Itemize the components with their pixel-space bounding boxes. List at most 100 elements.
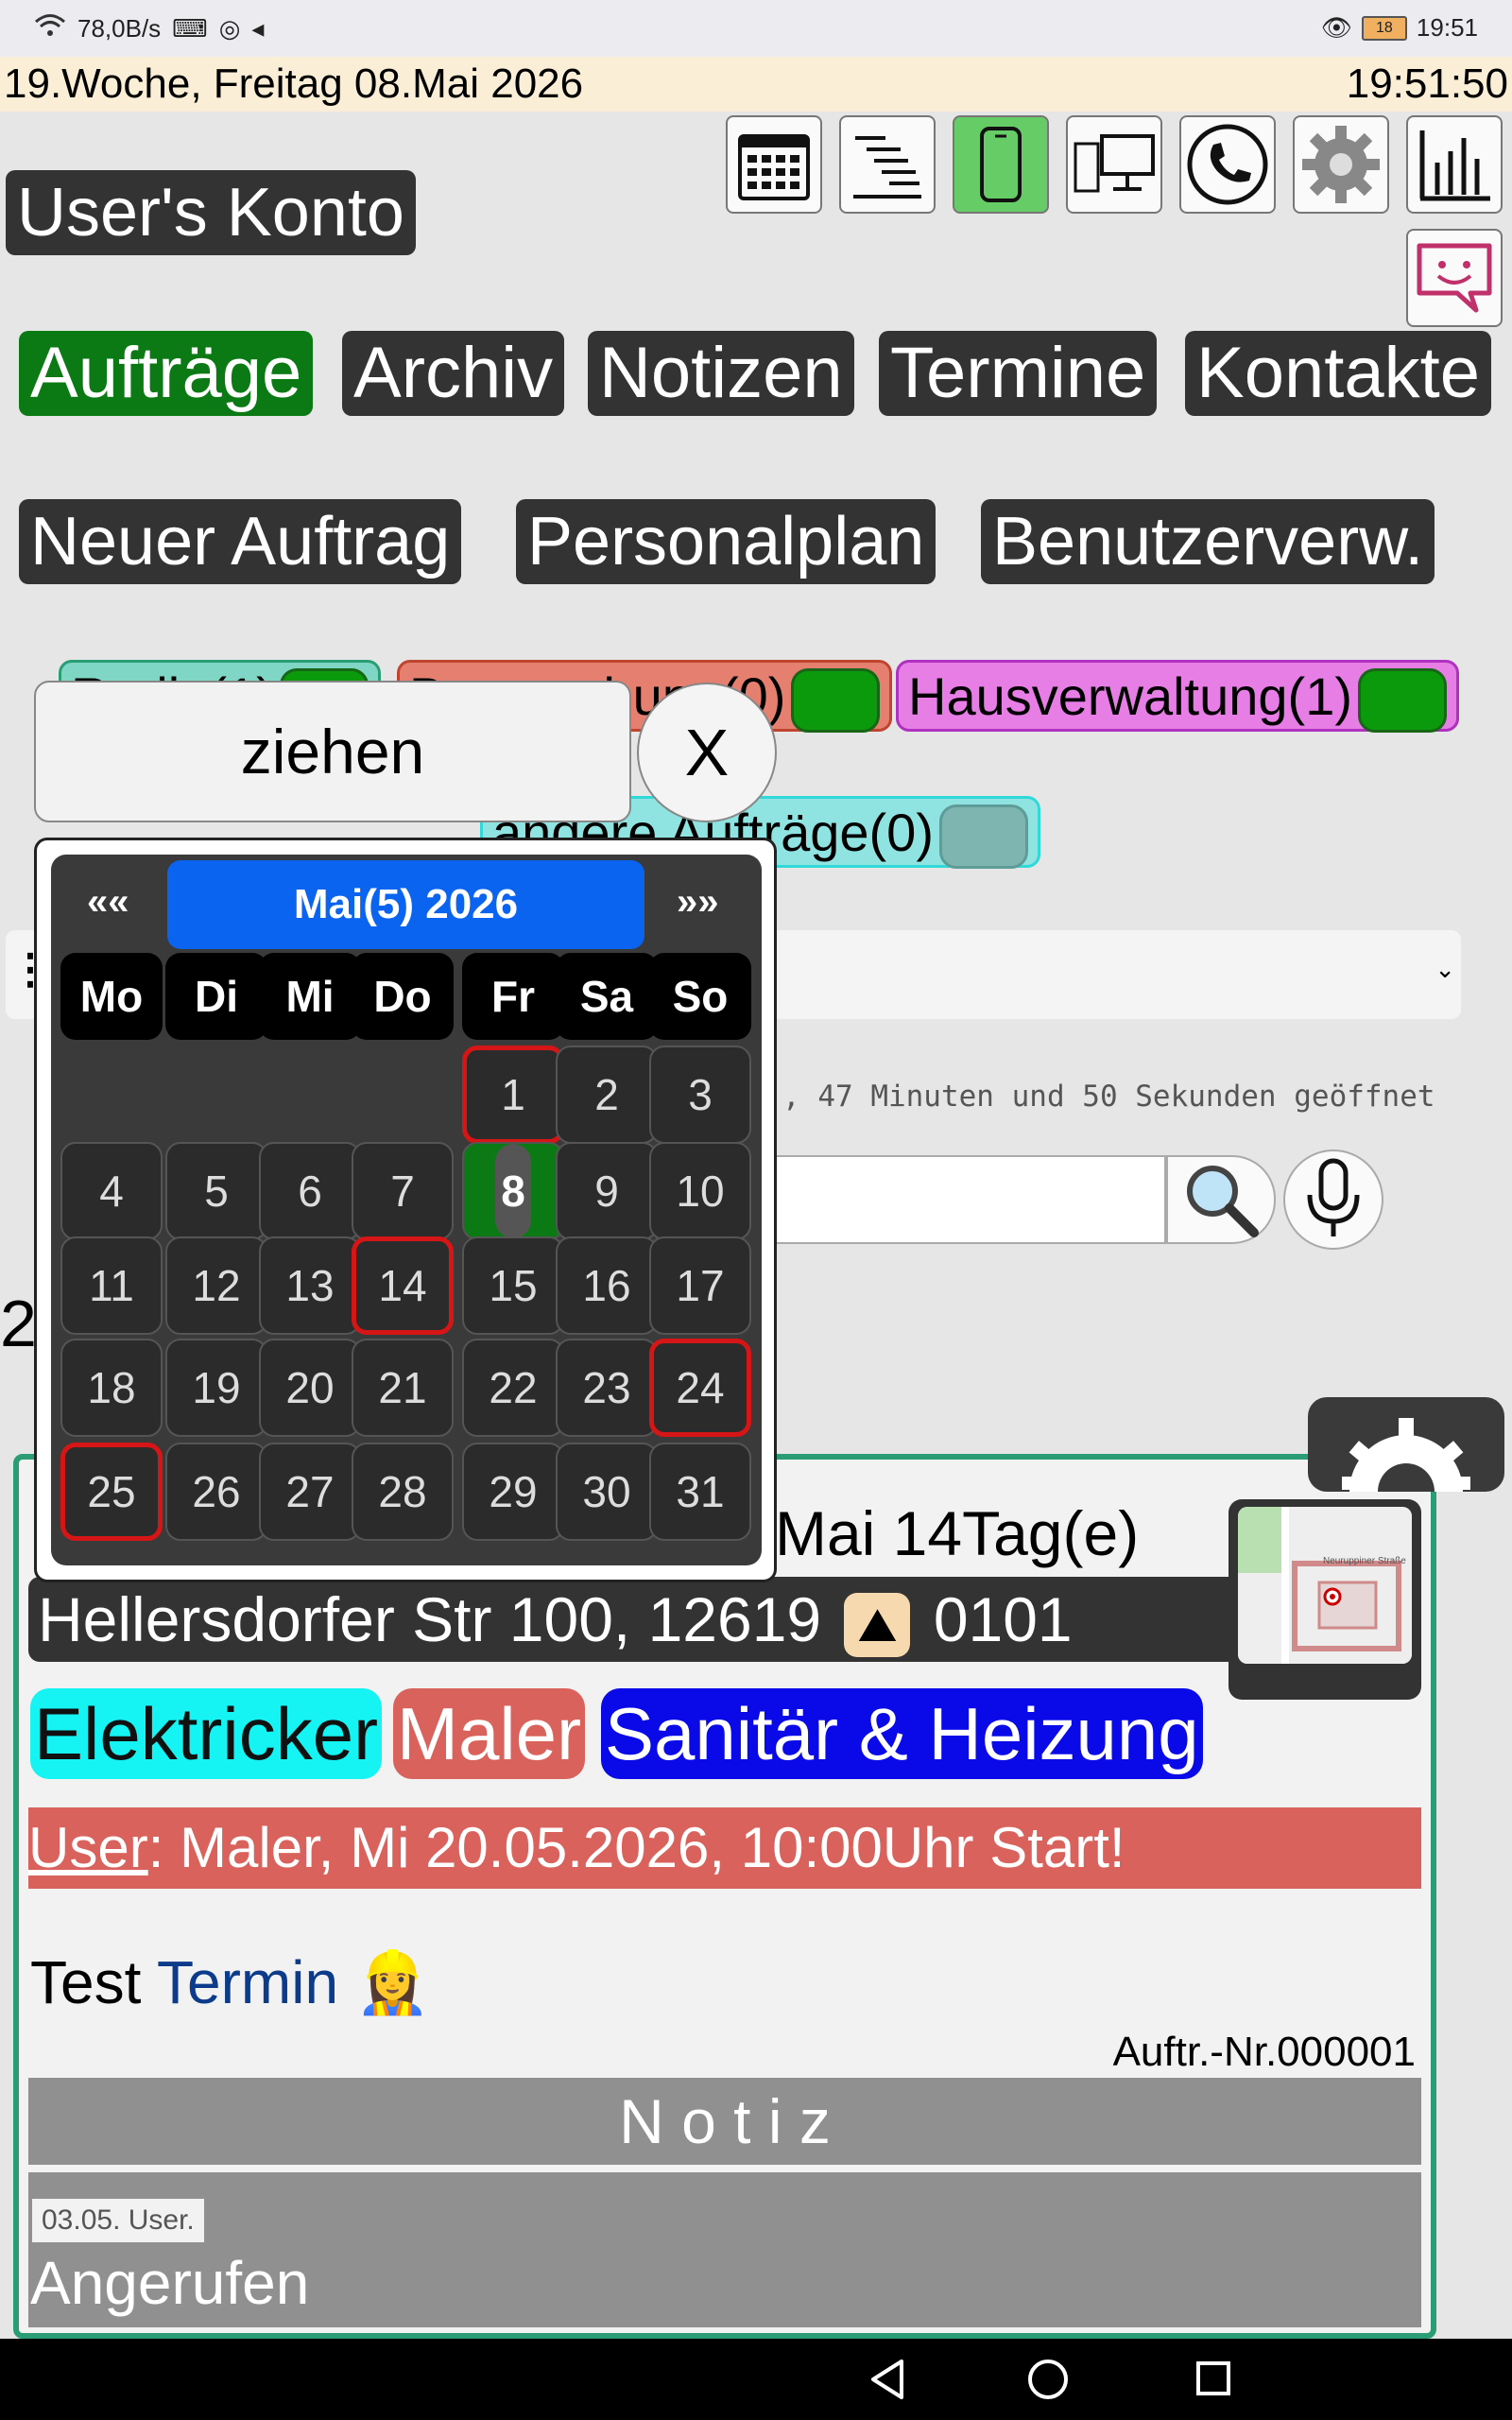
calendar-day[interactable]: 20 (259, 1339, 361, 1437)
calendar-day[interactable]: 17 (649, 1236, 751, 1335)
user-management-button[interactable]: Benutzerverw. (981, 499, 1435, 584)
note-text: Angerufen (30, 2249, 310, 2317)
calendar-day[interactable]: 29 (462, 1443, 564, 1541)
keyboard-icon: ⌨ (172, 14, 208, 43)
home-icon[interactable] (1026, 2358, 1070, 2401)
calendar-day[interactable]: 1 (462, 1046, 564, 1144)
status-bar: 78,0B/s ⌨ ◎ ◂ 👁 18 19:51 (0, 0, 1512, 57)
appointment-user[interactable]: User (28, 1816, 148, 1879)
tab-kontakte[interactable]: Kontakte (1185, 331, 1491, 416)
calendar-prev-button[interactable]: «« (87, 881, 129, 924)
note-meta: 03.05. User. (32, 2199, 204, 2242)
calendar-day[interactable]: 8 (462, 1142, 564, 1240)
weekday-do: Do (352, 953, 454, 1040)
calendar-day[interactable]: 28 (352, 1443, 454, 1541)
filter-hausverwaltung-label: Hausverwaltung(1) (908, 666, 1352, 726)
note-box[interactable]: 03.05. User. Angerufen (28, 2172, 1421, 2327)
tab-archiv[interactable]: Archiv (342, 331, 565, 416)
calendar-day[interactable]: 21 (352, 1339, 454, 1437)
weekday-mi: Mi (259, 953, 361, 1040)
calendar-day[interactable]: 6 (259, 1142, 361, 1240)
new-order-button[interactable]: Neuer Auftrag (19, 499, 462, 584)
back-icon[interactable] (868, 2358, 909, 2401)
gantt-button[interactable] (839, 115, 936, 214)
calendar-day[interactable]: 9 (556, 1142, 658, 1240)
desktop-view-button[interactable] (1066, 115, 1162, 214)
order-title-link[interactable]: Termin (157, 1948, 338, 2016)
calendar-day[interactable]: 16 (556, 1236, 658, 1335)
filter-besprechung-toggle[interactable] (791, 668, 881, 734)
note-header[interactable]: N o t i z (28, 2078, 1421, 2165)
filter-hausverwaltung-toggle[interactable] (1357, 668, 1447, 734)
tab-termine[interactable]: Termine (879, 331, 1158, 416)
calendar-day[interactable]: 15 (462, 1236, 564, 1335)
mobile-view-button[interactable] (953, 115, 1049, 214)
calendar-day[interactable]: 24 (649, 1339, 751, 1437)
calendar-day[interactable]: 3 (649, 1046, 751, 1144)
order-date-range: Mai 14Tag(e) (775, 1498, 1140, 1568)
order-address[interactable]: Hellersdorfer Str 100, 12619 ⛰ 0101 (28, 1577, 1247, 1662)
user-account-button[interactable]: User's Konto (6, 170, 416, 255)
statistics-button[interactable] (1406, 115, 1503, 214)
calendar-day[interactable]: 13 (259, 1236, 361, 1335)
open-duration-text: , 47 Minuten und 50 Sekunden geöffnet (782, 1080, 1435, 1114)
calendar-day[interactable]: 4 (60, 1142, 163, 1240)
calendar-day[interactable]: 26 (165, 1443, 267, 1541)
weekday-sa: Sa (556, 953, 658, 1040)
gantt-icon (853, 136, 921, 199)
filter-andere-toggle[interactable] (938, 804, 1028, 870)
calendar-day[interactable]: 31 (649, 1443, 751, 1541)
trade-tag-maler[interactable]: Maler (393, 1688, 586, 1779)
trade-tag-elektricker[interactable]: Elektricker (30, 1688, 383, 1779)
calendar-button[interactable] (726, 115, 822, 214)
calendar-day[interactable]: 30 (556, 1443, 658, 1541)
trade-tag-sanitaer[interactable]: Sanitär & Heizung (601, 1688, 1203, 1779)
tab-auftraege[interactable]: Aufträge (19, 331, 314, 416)
calendar-day[interactable]: 14 (352, 1236, 454, 1335)
net-speed: 78,0B/s (77, 14, 162, 43)
calendar-day[interactable]: 2 (556, 1046, 658, 1144)
search-input[interactable] (718, 1155, 1166, 1244)
current-date: 19.Woche, Freitag 08.Mai 2026 (4, 60, 584, 107)
map-thumbnail[interactable]: Neuruppiner Straße (1228, 1499, 1421, 1700)
calendar-day-label: 8 (495, 1144, 531, 1238)
calendar-day[interactable]: 7 (352, 1142, 454, 1240)
calendar-day[interactable]: 23 (556, 1339, 658, 1437)
calendar-day[interactable]: 10 (649, 1142, 751, 1240)
calendar-next-button[interactable]: »» (677, 881, 719, 924)
calendar-drag-handle[interactable]: ziehen (34, 681, 631, 822)
weekday-so: So (649, 953, 751, 1040)
calendar-day[interactable]: 25 (60, 1443, 163, 1541)
calendar-day[interactable]: 22 (462, 1339, 564, 1437)
search-button[interactable] (1166, 1155, 1276, 1244)
status-time: 19:51 (1416, 13, 1478, 42)
chat-button[interactable] (1406, 229, 1503, 327)
calendar-icon (738, 134, 810, 200)
settings-button[interactable] (1293, 115, 1389, 214)
phone-button[interactable] (1179, 115, 1276, 214)
calendar-month-title[interactable]: Mai(5) 2026 (167, 860, 644, 949)
tab-notizen[interactable]: Notizen (588, 331, 854, 416)
appointment-banner[interactable]: User: Maler, Mi 20.05.2026, 10:00Uhr Sta… (28, 1807, 1421, 1889)
staff-plan-button[interactable]: Personalplan (516, 499, 936, 584)
calendar-day[interactable]: 5 (165, 1142, 267, 1240)
recent-apps-icon[interactable] (1194, 2360, 1232, 2397)
appointment-text: : Maler, Mi 20.05.2026, 10:00Uhr Start! (147, 1816, 1125, 1879)
card-settings-button[interactable] (1308, 1397, 1504, 1492)
map-street-label: Neuruppiner Straße (1323, 1556, 1406, 1566)
calendar-day[interactable]: 27 (259, 1443, 361, 1541)
microphone-icon (1307, 1158, 1360, 1236)
calendar-day[interactable]: 18 (60, 1339, 163, 1437)
calendar-day[interactable]: 12 (165, 1236, 267, 1335)
calendar-day[interactable]: 11 (60, 1236, 163, 1335)
search-icon (1187, 1166, 1259, 1237)
calendar-close-button[interactable]: X (637, 683, 777, 822)
settings-icon (1302, 126, 1380, 203)
voice-input-button[interactable] (1283, 1150, 1383, 1250)
phone-icon (1187, 124, 1268, 205)
order-title-text: Test (30, 1948, 157, 2016)
calendar-day[interactable]: 19 (165, 1339, 267, 1437)
filter-hausverwaltung[interactable]: Hausverwaltung(1) (896, 660, 1459, 734)
order-title: Test Termin 👷‍♀️ (30, 1947, 431, 2018)
order-count-partial: 2 (0, 1287, 37, 1360)
